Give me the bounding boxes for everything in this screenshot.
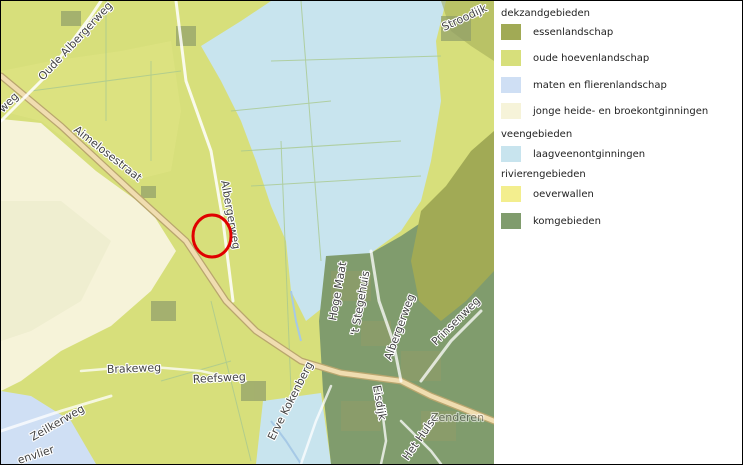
legend-group-rivierengebieden-title: rivierengebieden xyxy=(501,169,586,180)
label-reefsweg: Reefsweg xyxy=(192,370,246,386)
legend-label-essenlandschap: essenlandschap xyxy=(533,27,614,38)
legend-group-dekzandgebieden-title: dekzandgebieden xyxy=(501,8,590,19)
label-brakeweg: Brakeweg xyxy=(107,361,162,376)
legend-swatch-jonge-heide xyxy=(501,103,521,119)
legend-label-laagveenontginningen: laagveenontginningen xyxy=(533,149,646,160)
legend-swatch-laagveenontginningen xyxy=(501,146,521,162)
legend-label-oeverwallen: oeverwallen xyxy=(533,189,594,200)
legend-label-oude-hoevenlandschap: oude hoevenlandschap xyxy=(533,53,650,64)
label-zenderen: Zenderen xyxy=(431,411,484,424)
map-legend: dekzandgebieden essenlandschap oude hoev… xyxy=(494,1,742,464)
legend-group-veengebieden-title: veengebieden xyxy=(501,129,573,140)
legend-label-komgebieden: komgebieden xyxy=(533,216,601,227)
legend-label-jonge-heide: jonge heide- en broekontginningen xyxy=(533,106,709,117)
map-canvas[interactable]: Oude Albergerweg Aimelosestraat Alberger… xyxy=(1,1,494,464)
legend-swatch-maten-flierenlandschap xyxy=(501,77,521,93)
legend-swatch-komgebieden xyxy=(501,213,521,229)
legend-swatch-oude-hoevenlandschap xyxy=(501,50,521,66)
map-viewer: Oude Albergerweg Aimelosestraat Alberger… xyxy=(0,0,743,465)
legend-swatch-essenlandschap xyxy=(501,24,521,40)
landscape-map[interactable]: Oude Albergerweg Aimelosestraat Alberger… xyxy=(1,1,494,464)
legend-label-maten-flierenlandschap: maten en flierenlandschap xyxy=(533,80,667,91)
legend-swatch-oeverwallen xyxy=(501,186,521,202)
